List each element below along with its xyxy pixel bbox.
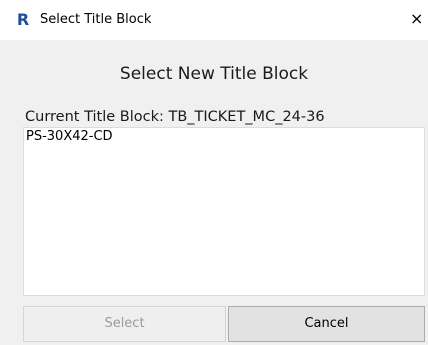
close-icon[interactable]: × [410,6,428,32]
dialog-body: Select New Title Block Current Title Blo… [0,40,428,345]
title-block-list[interactable]: PS-30X42-CD [23,127,425,296]
select-title-block-dialog: R Select Title Block × Select New Title … [0,0,428,345]
cancel-button[interactable]: Cancel [228,306,425,342]
select-button[interactable]: Select [23,306,226,342]
window-title: Select Title Block [40,12,152,27]
title-bar[interactable]: R Select Title Block × [0,0,428,40]
revit-app-icon: R [16,10,30,29]
list-item[interactable]: PS-30X42-CD [24,128,424,145]
current-title-block-label: Current Title Block: TB_TICKET_MC_24-36 [25,109,325,125]
dialog-heading: Select New Title Block [119,64,309,84]
